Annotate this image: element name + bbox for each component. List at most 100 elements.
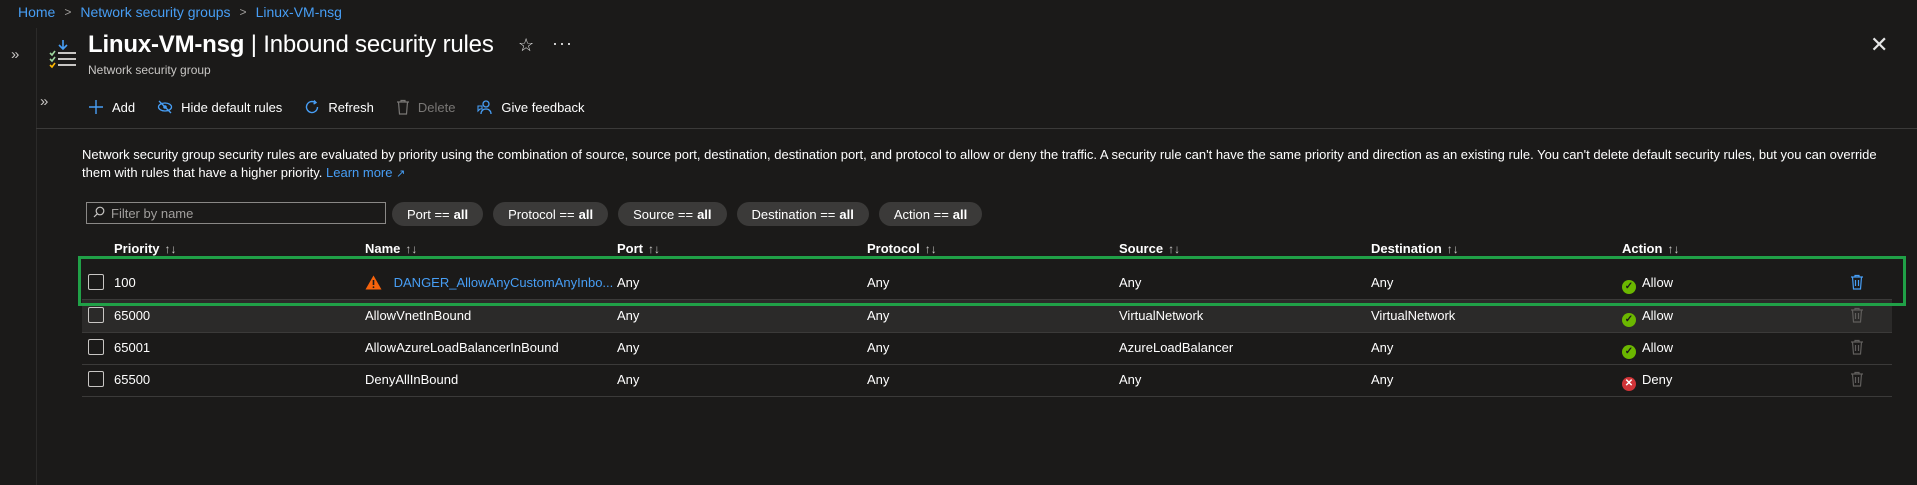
protocol-cell: Any (867, 372, 890, 387)
sort-icon: ↑↓ (405, 242, 418, 256)
port-filter-pill[interactable]: Port == all (392, 202, 484, 226)
source-cell: AzureLoadBalancer (1119, 340, 1234, 355)
sort-icon: ↑↓ (1446, 242, 1459, 256)
row-checkbox[interactable] (88, 371, 104, 387)
expand-menu-icon[interactable]: » (40, 93, 48, 110)
pill-value: all (453, 206, 469, 222)
chevron-right-icon: > (239, 5, 247, 19)
deny-x-icon: ✕ (1622, 377, 1636, 391)
title-separator: | (250, 31, 257, 58)
star-icon[interactable]: ☆ (518, 35, 534, 56)
filter-by-name-input[interactable]: Filter by name (86, 202, 386, 224)
priority-cell: 65001 (114, 340, 151, 355)
column-label: Port (617, 241, 643, 256)
row-checkbox[interactable] (88, 339, 104, 355)
sort-icon: ↑↓ (1667, 242, 1680, 256)
column-header-source[interactable]: Source ↑↓ (1119, 241, 1180, 256)
left-rail (0, 28, 37, 485)
column-label: Protocol (867, 241, 920, 256)
action-cell: ✓ Allow (1622, 340, 1673, 359)
command-bar: Add Hide default rules Refresh Delete Gi… (88, 96, 607, 118)
sort-icon: ↑↓ (924, 242, 937, 256)
pill-label: Port == (407, 206, 450, 222)
plus-icon (88, 99, 104, 115)
feedback-icon (477, 99, 493, 115)
add-button[interactable]: Add (88, 99, 135, 115)
protocol-cell: Any (867, 340, 890, 355)
refresh-icon (304, 99, 320, 115)
hide-default-rules-button[interactable]: Hide default rules (157, 99, 282, 115)
name-cell: DenyAllInBound (365, 372, 459, 387)
allow-check-icon: ✓ (1622, 345, 1636, 359)
sort-icon: ↑↓ (1168, 242, 1181, 256)
action-cell: ✕ Deny (1622, 372, 1672, 391)
column-header-action[interactable]: Action ↑↓ (1622, 241, 1679, 256)
port-cell: Any (617, 372, 640, 387)
port-cell: Any (617, 308, 640, 323)
give-feedback-button[interactable]: Give feedback (477, 99, 585, 115)
breadcrumb-current[interactable]: Linux-VM-nsg (256, 4, 342, 20)
column-header-protocol[interactable]: Protocol ↑↓ (867, 241, 937, 256)
name-cell: AllowVnetInBound (365, 308, 472, 323)
chevron-right-icon: > (64, 5, 72, 19)
column-label: Priority (114, 241, 160, 256)
source-cell: Any (1119, 372, 1142, 387)
breadcrumb-home[interactable]: Home (18, 4, 55, 20)
column-header-name[interactable]: Name ↑↓ (365, 241, 417, 256)
allow-check-icon: ✓ (1622, 313, 1636, 327)
column-label: Source (1119, 241, 1164, 256)
learn-more-link[interactable]: Learn more ↗ (326, 165, 405, 180)
refresh-label: Refresh (328, 99, 374, 115)
breadcrumb: Home > Network security groups > Linux-V… (18, 4, 342, 20)
action-label: Deny (1642, 372, 1673, 387)
destination-cell: VirtualNetwork (1371, 308, 1456, 323)
pill-value: all (697, 206, 712, 222)
trash-icon (1850, 307, 1864, 326)
protocol-filter-pill[interactable]: Protocol == all (493, 202, 609, 226)
breadcrumb-nsgs[interactable]: Network security groups (80, 4, 230, 20)
highlight-box (78, 256, 1906, 306)
column-header-port[interactable]: Port ↑↓ (617, 241, 660, 256)
delete-label: Delete (417, 99, 456, 115)
ellipsis-icon[interactable]: ··· (552, 33, 573, 54)
pill-value: all (578, 206, 594, 222)
page-title: Linux-VM-nsg | Inbound security rules (88, 31, 494, 59)
expand-rail-icon[interactable]: » (11, 46, 19, 63)
row-checkbox[interactable] (88, 307, 104, 323)
column-header-destination[interactable]: Destination ↑↓ (1371, 241, 1459, 256)
column-header-priority[interactable]: Priority ↑↓ (114, 241, 177, 256)
pill-label: Destination == (751, 206, 836, 222)
page-subtitle: Network security group (88, 63, 211, 77)
priority-cell: 65000 (114, 308, 151, 323)
trash-icon (396, 99, 410, 115)
action-filter-pill[interactable]: Action == all (878, 202, 983, 226)
name-cell: AllowAzureLoadBalancerInBound (365, 340, 559, 355)
pill-label: Source == (633, 206, 694, 222)
port-cell: Any (617, 340, 640, 355)
close-icon[interactable]: ✕ (1870, 32, 1888, 58)
delete-button[interactable]: Delete (396, 99, 456, 115)
eye-hide-icon (157, 99, 173, 115)
action-label: Allow (1642, 340, 1674, 355)
source-filter-pill[interactable]: Source == all (618, 202, 727, 226)
trash-icon (1850, 371, 1864, 390)
search-icon (93, 206, 105, 221)
hide-default-label: Hide default rules (181, 99, 283, 115)
description: Network security group security rules ar… (82, 146, 1892, 183)
destination-filter-pill[interactable]: Destination == all (736, 202, 869, 226)
sort-icon: ↑↓ (648, 242, 660, 256)
destination-cell: Any (1371, 372, 1394, 387)
column-label: Action (1622, 241, 1663, 256)
destination-cell: Any (1371, 340, 1394, 355)
refresh-button[interactable]: Refresh (304, 99, 374, 115)
give-feedback-label: Give feedback (501, 99, 585, 115)
trash-icon (1850, 339, 1864, 358)
page-title-blade: Inbound security rules (263, 31, 494, 58)
table-row[interactable]: 65001 AllowAzureLoadBalancerInBound Any … (82, 332, 1892, 365)
external-link-icon: ↗ (396, 168, 406, 180)
filter-placeholder: Filter by name (111, 205, 194, 221)
column-label: Destination (1371, 241, 1442, 256)
learn-more-label: Learn more (326, 165, 393, 180)
table-row[interactable]: 65500 DenyAllInBound Any Any Any Any ✕ De… (82, 364, 1892, 397)
pill-label: Action == (893, 206, 949, 222)
